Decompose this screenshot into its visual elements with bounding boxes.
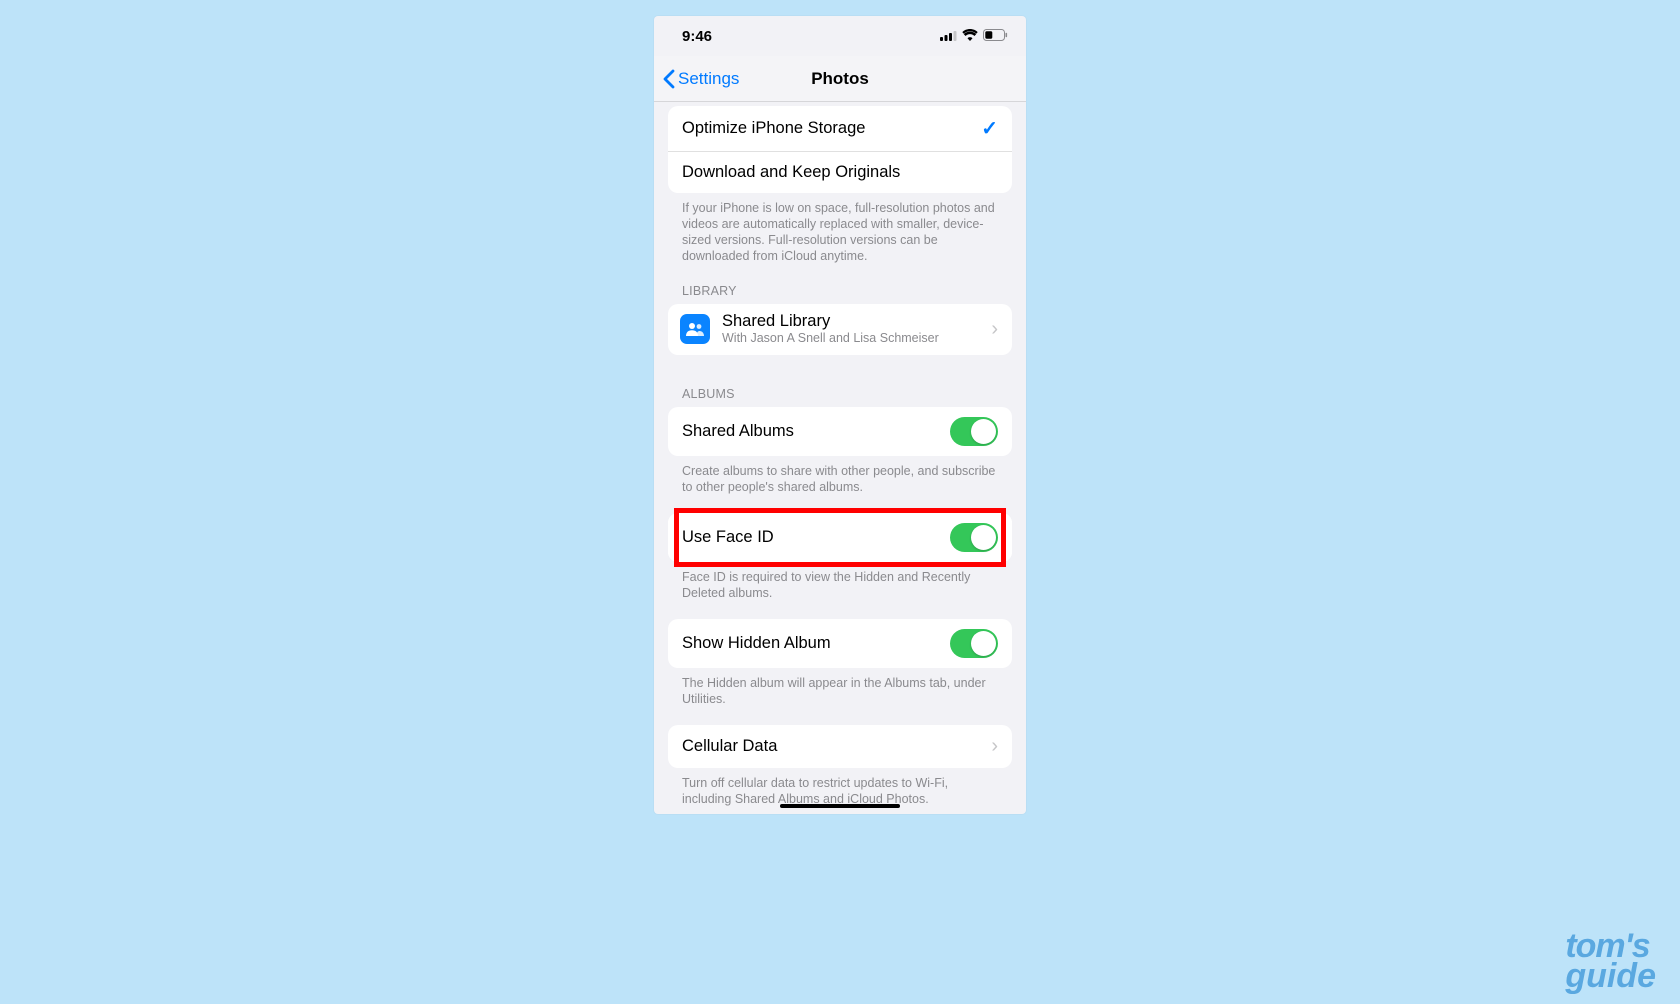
use-face-id-toggle[interactable] [950, 523, 998, 552]
download-originals-row[interactable]: Download and Keep Originals [668, 151, 1012, 193]
chevron-right-icon: › [991, 318, 998, 341]
chevron-left-icon [662, 69, 676, 89]
phone-screenshot: 9:46 Settings Photos Optimize iPhone Sto… [654, 16, 1026, 814]
shared-library-title: Shared Library [722, 312, 979, 331]
face-id-group: Use Face ID [668, 513, 1012, 562]
watermark-logo: tom's guide [1565, 932, 1656, 992]
battery-icon [983, 28, 1008, 45]
shared-library-row[interactable]: Shared Library With Jason A Snell and Li… [668, 304, 1012, 355]
status-time: 9:46 [682, 28, 712, 45]
storage-footer: If your iPhone is low on space, full-res… [654, 193, 1026, 264]
cellular-signal-icon [940, 28, 957, 45]
back-label: Settings [678, 69, 739, 89]
show-hidden-label: Show Hidden Album [682, 634, 950, 653]
library-group: Shared Library With Jason A Snell and Li… [668, 304, 1012, 355]
shared-albums-footer: Create albums to share with other people… [654, 456, 1026, 495]
download-originals-label: Download and Keep Originals [682, 163, 998, 182]
home-indicator[interactable] [780, 804, 900, 809]
nav-bar: Settings Photos [654, 56, 1026, 102]
status-icons [940, 28, 1008, 45]
use-face-id-row[interactable]: Use Face ID [668, 513, 1012, 562]
storage-group: Optimize iPhone Storage ✓ Download and K… [668, 106, 1012, 193]
cellular-data-row[interactable]: Cellular Data › [668, 725, 1012, 768]
shared-albums-toggle[interactable] [950, 417, 998, 446]
shared-library-subtitle: With Jason A Snell and Lisa Schmeiser [722, 331, 979, 347]
optimize-storage-row[interactable]: Optimize iPhone Storage ✓ [668, 106, 1012, 151]
wifi-icon [962, 28, 978, 45]
cellular-group: Cellular Data › [668, 725, 1012, 768]
show-hidden-footer: The Hidden album will appear in the Albu… [654, 668, 1026, 707]
shared-library-icon [680, 314, 710, 344]
shared-albums-label: Shared Albums [682, 422, 950, 441]
chevron-right-icon: › [991, 735, 998, 758]
content-scroll[interactable]: Optimize iPhone Storage ✓ Download and K… [654, 102, 1026, 814]
use-face-id-label: Use Face ID [682, 528, 950, 547]
watermark-line2: guide [1565, 962, 1656, 992]
cellular-footer: Turn off cellular data to restrict updat… [654, 768, 1026, 807]
face-id-footer: Face ID is required to view the Hidden a… [654, 562, 1026, 601]
show-hidden-row[interactable]: Show Hidden Album [668, 619, 1012, 668]
back-button[interactable]: Settings [658, 56, 739, 101]
albums-header: ALBUMS [654, 355, 1026, 407]
show-hidden-toggle[interactable] [950, 629, 998, 658]
cellular-data-label: Cellular Data [682, 737, 991, 756]
shared-albums-group: Shared Albums [668, 407, 1012, 456]
shared-albums-row[interactable]: Shared Albums [668, 407, 1012, 456]
status-bar: 9:46 [654, 16, 1026, 56]
checkmark-icon: ✓ [981, 116, 998, 141]
library-header: LIBRARY [654, 264, 1026, 304]
optimize-storage-label: Optimize iPhone Storage [682, 119, 981, 138]
show-hidden-group: Show Hidden Album [668, 619, 1012, 668]
